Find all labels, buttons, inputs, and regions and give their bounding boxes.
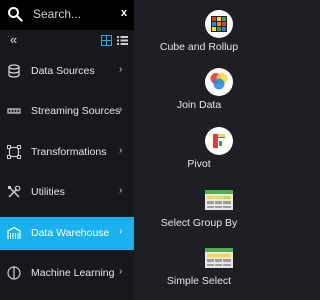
tool-label: Simple Select bbox=[166, 275, 232, 287]
sidebar-item-label: Machine Learning bbox=[31, 267, 115, 279]
sidebar-item-label: Transformations bbox=[31, 146, 107, 158]
sidebar-item-label: Utilities bbox=[31, 186, 65, 198]
transform-icon bbox=[7, 145, 21, 159]
tool-label: Select Group By bbox=[160, 217, 238, 229]
streaming-icon bbox=[7, 108, 21, 114]
tool-cube-and-rollup[interactable]: Cube and Rollup bbox=[134, 0, 264, 53]
tools-icon bbox=[8, 185, 21, 198]
search-bar: Search... x bbox=[0, 0, 134, 30]
sidebar-item-label: Data Sources bbox=[31, 65, 95, 77]
database-icon bbox=[8, 64, 20, 78]
warehouse-icon bbox=[7, 226, 21, 239]
search-icon[interactable] bbox=[7, 6, 23, 22]
tool-label: Join Data bbox=[176, 99, 222, 111]
pivot-icon bbox=[205, 127, 233, 155]
tool-label: Cube and Rollup bbox=[159, 41, 239, 53]
chevron-right-icon: › bbox=[119, 185, 123, 196]
tool-join-data[interactable]: Join Data bbox=[134, 58, 264, 111]
tool-select-group-by[interactable]: Select Group By bbox=[134, 176, 264, 229]
collapse-sidebar-icon[interactable]: « bbox=[10, 32, 17, 47]
sidebar-item-data-sources[interactable]: Data Sources › bbox=[0, 55, 134, 88]
table-group-icon bbox=[205, 190, 233, 210]
tool-simple-select[interactable]: Simple Select bbox=[134, 234, 264, 287]
tool-palette: Cube and Rollup Join Data Pivot Select G… bbox=[134, 0, 264, 300]
sidebar-item-label: Data Warehouse bbox=[31, 227, 110, 239]
machine-learning-icon bbox=[7, 266, 21, 280]
chevron-right-icon: › bbox=[119, 64, 123, 75]
tool-pivot[interactable]: Pivot bbox=[134, 117, 264, 170]
table-select-icon bbox=[205, 248, 233, 268]
tool-label: Pivot bbox=[187, 158, 211, 170]
venn-diagram-icon bbox=[205, 68, 233, 96]
rubiks-cube-icon bbox=[205, 10, 233, 38]
chevron-right-icon: › bbox=[119, 145, 123, 156]
sidebar-item-utilities[interactable]: Utilities › bbox=[0, 176, 134, 209]
close-icon[interactable]: x bbox=[121, 7, 127, 19]
search-input[interactable]: Search... bbox=[33, 7, 81, 21]
